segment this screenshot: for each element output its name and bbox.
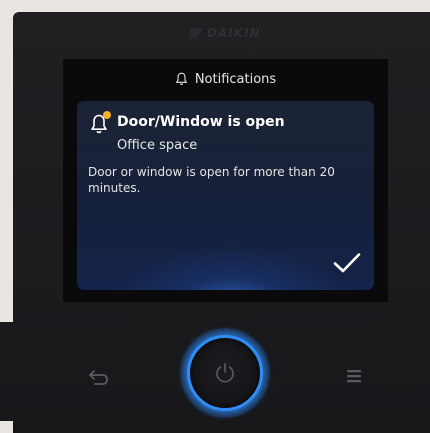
back-arrow-icon[interactable] <box>87 367 111 387</box>
notification-card[interactable]: Door/Window is open Office space Door or… <box>77 101 374 290</box>
brand-name: DAIKIN <box>207 26 261 40</box>
notification-title: Door/Window is open <box>117 114 285 130</box>
bell-icon <box>175 72 188 86</box>
notifications-title: Notifications <box>194 71 277 87</box>
notification-message: Door or window is open for more than 20 … <box>88 165 335 195</box>
alert-badge <box>103 111 111 119</box>
notification-location: Office space <box>117 138 198 153</box>
display-screen: Notifications Door/Window is open Office… <box>63 59 388 302</box>
power-button[interactable] <box>187 335 263 411</box>
brand-mark-icon <box>190 27 204 39</box>
power-icon <box>214 362 236 384</box>
notifications-header: Notifications <box>63 69 388 89</box>
checkmark-icon[interactable] <box>332 251 362 275</box>
bell-alert-icon <box>89 111 113 135</box>
hamburger-menu-icon[interactable] <box>346 368 362 384</box>
brand-logo: DAIKIN <box>190 26 261 40</box>
